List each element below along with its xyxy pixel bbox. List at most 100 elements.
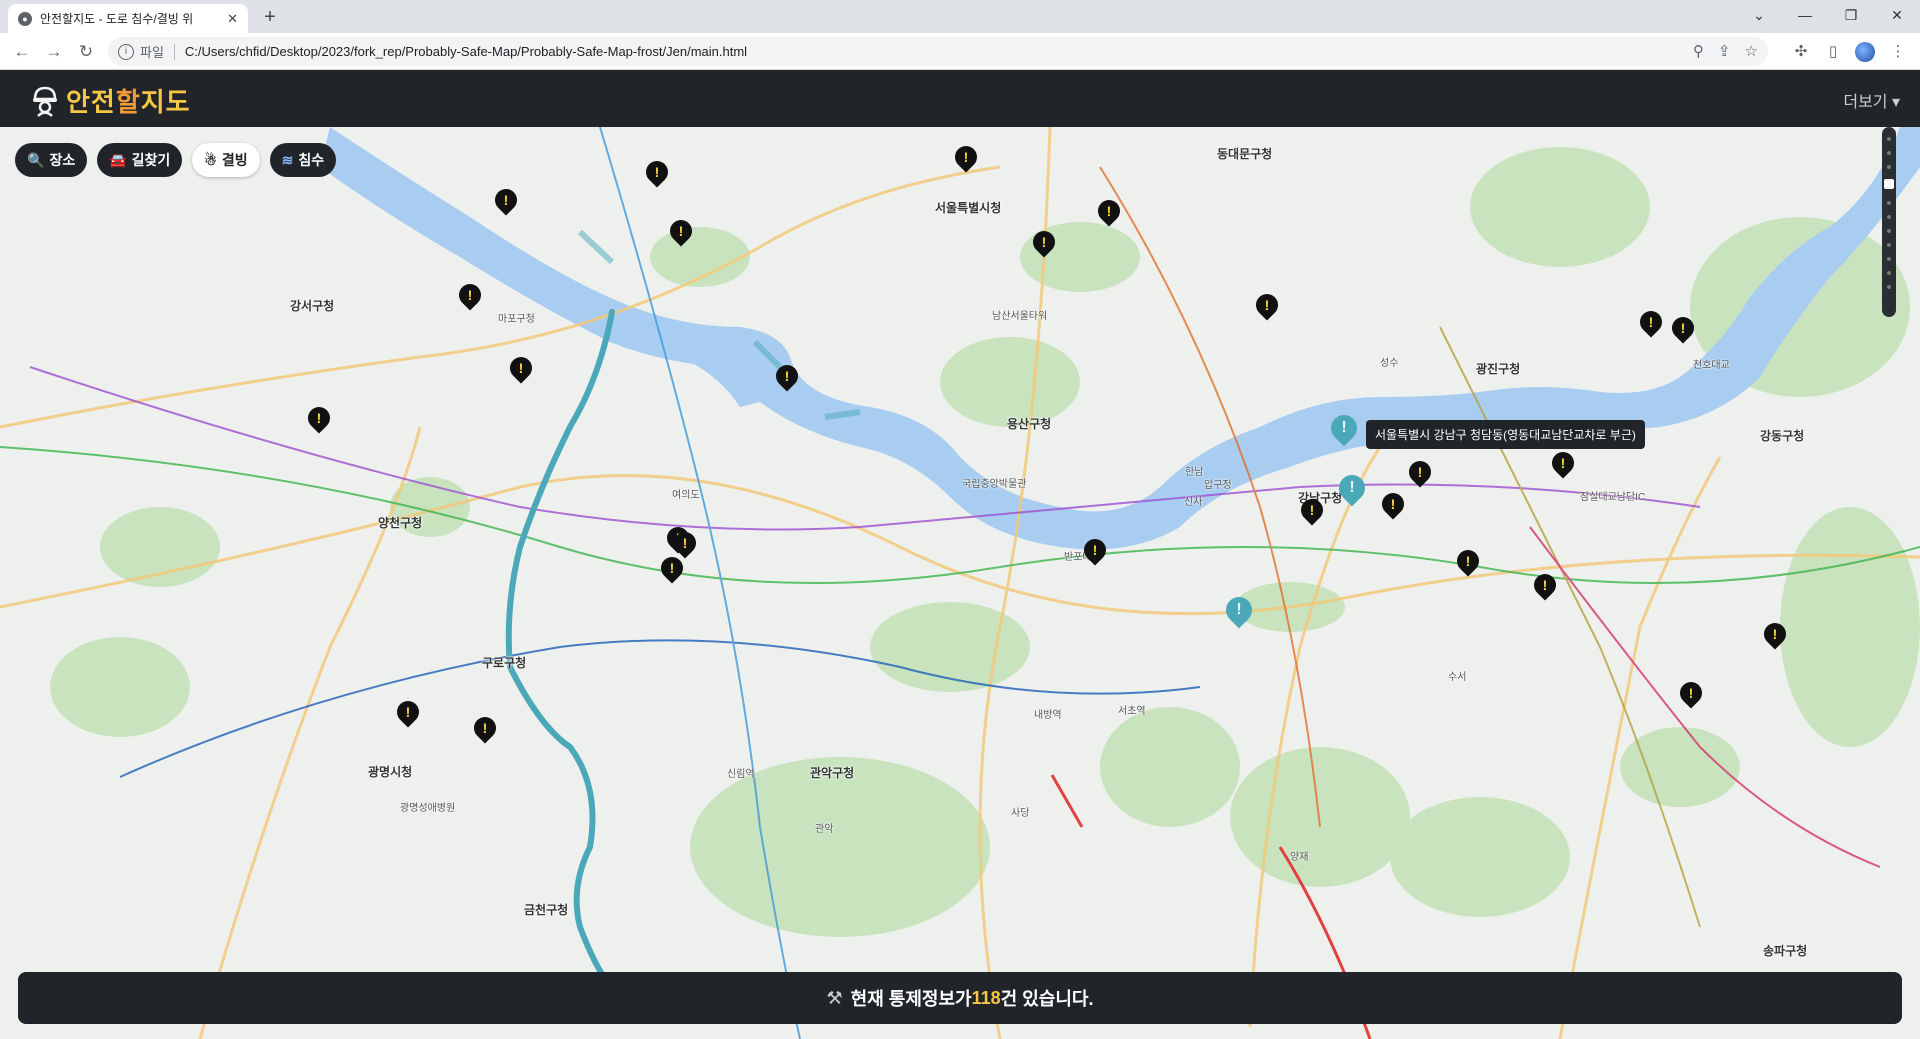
map-label: 광진구청	[1476, 362, 1521, 376]
ice-warning-marker[interactable]: !	[1028, 226, 1060, 261]
app-logo[interactable]: 안전할지도	[30, 82, 191, 119]
directions-button[interactable]: 🚘 길찾기	[97, 143, 183, 177]
bookmark-star-icon[interactable]: ☆	[1745, 42, 1758, 60]
menu-kebab-icon[interactable]: ⋮	[1886, 40, 1910, 64]
safety-helmet-icon	[33, 86, 57, 117]
minimize-button[interactable]: —	[1782, 0, 1828, 33]
ice-warning-marker[interactable]: !	[392, 696, 424, 731]
flood-warning-marker[interactable]: !	[1220, 591, 1258, 629]
ice-warning-marker[interactable]: !	[1452, 545, 1484, 580]
map-label: 동대문구청	[1217, 147, 1273, 161]
map-canvas[interactable]: 강서구청 양천구청 구로구청 금천구청 광명시청 관악구청 용산구청 강남구청 …	[0, 127, 1920, 1039]
zoom-tick	[1887, 165, 1891, 169]
ice-warning-marker[interactable]: !	[771, 360, 803, 395]
browser-tab[interactable]: ● 안전할지도 - 도로 침수/결빙 위 ✕	[8, 4, 248, 33]
ice-warning-marker[interactable]: !	[1529, 569, 1561, 604]
car-icon: 🚘	[109, 151, 127, 168]
zoom-tick	[1887, 243, 1891, 247]
ice-warning-marker[interactable]: !	[665, 215, 697, 250]
ice-warning-marker[interactable]: !	[303, 402, 335, 437]
status-suffix: 건 있습니다.	[1000, 989, 1094, 1009]
map-label: 성수	[1380, 358, 1399, 369]
ice-warning-marker[interactable]: !	[1251, 289, 1283, 324]
map-label: 양재	[1290, 852, 1309, 863]
snowman-icon: ☃	[204, 151, 217, 168]
info-icon[interactable]: i	[118, 43, 134, 60]
tab-title: 안전할지도 - 도로 침수/결빙 위	[40, 12, 194, 26]
flood-warning-marker[interactable]: !	[1325, 409, 1363, 447]
zoom-tick	[1887, 229, 1891, 233]
extensions-icon[interactable]: ✣	[1789, 40, 1813, 64]
ice-warning-marker[interactable]: !	[1079, 534, 1111, 569]
map-label: 내방역	[1034, 710, 1062, 721]
ice-warning-marker[interactable]: !	[1377, 488, 1409, 523]
location-pin-icon[interactable]: ⚲	[1693, 42, 1704, 60]
map-label: 강동구청	[1760, 429, 1805, 443]
ice-warning-marker[interactable]: !	[1759, 618, 1791, 653]
zoom-slider[interactable]	[1882, 127, 1896, 317]
ice-warning-marker[interactable]: !	[469, 712, 501, 747]
profile-avatar[interactable]	[1855, 42, 1875, 62]
ice-warning-marker[interactable]: !	[656, 552, 688, 587]
close-window-button[interactable]: ✕	[1874, 0, 1920, 33]
place-search-button[interactable]: 🔍 장소	[15, 143, 88, 177]
ice-warning-marker[interactable]: !	[505, 352, 537, 387]
share-icon[interactable]: ⇪	[1718, 42, 1731, 60]
flood-warning-marker[interactable]: !	[1333, 469, 1371, 507]
map-label: 관악구청	[810, 766, 855, 780]
forward-arrow-icon[interactable]: →	[42, 40, 66, 64]
map-label: 압구정	[1204, 480, 1232, 491]
zoom-tick	[1887, 137, 1891, 141]
map-label: 구로구청	[482, 656, 527, 670]
back-arrow-icon[interactable]: ←	[10, 40, 34, 64]
zoom-tick	[1887, 271, 1891, 275]
marker-tooltip: 서울특별시 강남구 청담동(영동대교남단교차로 부근)	[1366, 420, 1645, 449]
map-label: 서초역	[1118, 706, 1146, 717]
map-base-layer	[0, 127, 1920, 1039]
map-label: 금천구청	[524, 903, 569, 917]
ice-filter-button[interactable]: ☃ 결빙	[192, 143, 260, 177]
address-url: C:/Users/chfid/Desktop/2023/fork_rep/Pro…	[184, 44, 748, 59]
map-label: 남산서울타워	[992, 311, 1048, 322]
zoom-tick	[1887, 257, 1891, 261]
ice-warning-marker[interactable]: !	[950, 141, 982, 176]
ice-warning-marker[interactable]: !	[490, 184, 522, 219]
flood-filter-button[interactable]: ≋ 침수	[269, 143, 337, 177]
map-label: 잠실대교남단IC	[1580, 492, 1646, 503]
map-label: 한남	[1185, 467, 1204, 478]
map-label: 관악	[815, 824, 834, 835]
ice-warning-marker[interactable]: !	[454, 279, 486, 314]
address-bar[interactable]: i 파일 C:/Users/chfid/Desktop/2023/fork_re…	[108, 37, 1768, 66]
browser-toolbar: ← → ↻ i 파일 C:/Users/chfid/Desktop/2023/f…	[0, 33, 1920, 70]
ice-warning-marker[interactable]: !	[1093, 195, 1125, 230]
ice-warning-marker[interactable]: !	[641, 156, 673, 191]
ice-warning-marker[interactable]: !	[1667, 312, 1699, 347]
globe-icon: ●	[18, 11, 32, 26]
close-tab-icon[interactable]: ✕	[227, 11, 238, 27]
reload-icon[interactable]: ↻	[74, 40, 98, 64]
maximize-button[interactable]: ❐	[1828, 0, 1874, 33]
zoom-handle[interactable]	[1884, 179, 1894, 189]
ice-warning-marker[interactable]: !	[1635, 306, 1667, 341]
ice-warning-marker[interactable]: !	[1404, 456, 1436, 491]
zoom-tick	[1887, 285, 1891, 289]
control-count: 118	[971, 987, 1001, 1008]
side-panel-icon[interactable]: ▯	[1821, 40, 1845, 64]
map-label: 마포구청	[498, 314, 535, 325]
map-label: 광명성애병원	[400, 803, 456, 814]
ice-warning-marker[interactable]: !	[1675, 677, 1707, 712]
map-filter-bar: 🔍 장소 🚘 길찾기 ☃ 결빙 ≋ 침수	[15, 143, 337, 177]
tab-search-icon[interactable]: ⌄	[1736, 0, 1782, 33]
map-label: 사당	[1011, 808, 1030, 819]
map-label: 양천구청	[378, 516, 423, 530]
map-label: 천호대교	[1693, 360, 1730, 371]
address-scheme: 파일	[140, 45, 164, 60]
new-tab-button[interactable]: +	[258, 6, 282, 28]
browser-tabbar: ● 안전할지도 - 도로 침수/결빙 위 ✕ + ⌄ — ❐ ✕	[0, 0, 1920, 33]
zoom-tick	[1887, 151, 1891, 155]
address-divider	[173, 43, 175, 60]
ice-warning-marker[interactable]: !	[1296, 494, 1328, 529]
ice-warning-marker[interactable]: !	[1547, 447, 1579, 482]
more-menu-button[interactable]: 더보기 ▾	[1843, 88, 1900, 112]
map-label: 용산구청	[1007, 417, 1052, 431]
